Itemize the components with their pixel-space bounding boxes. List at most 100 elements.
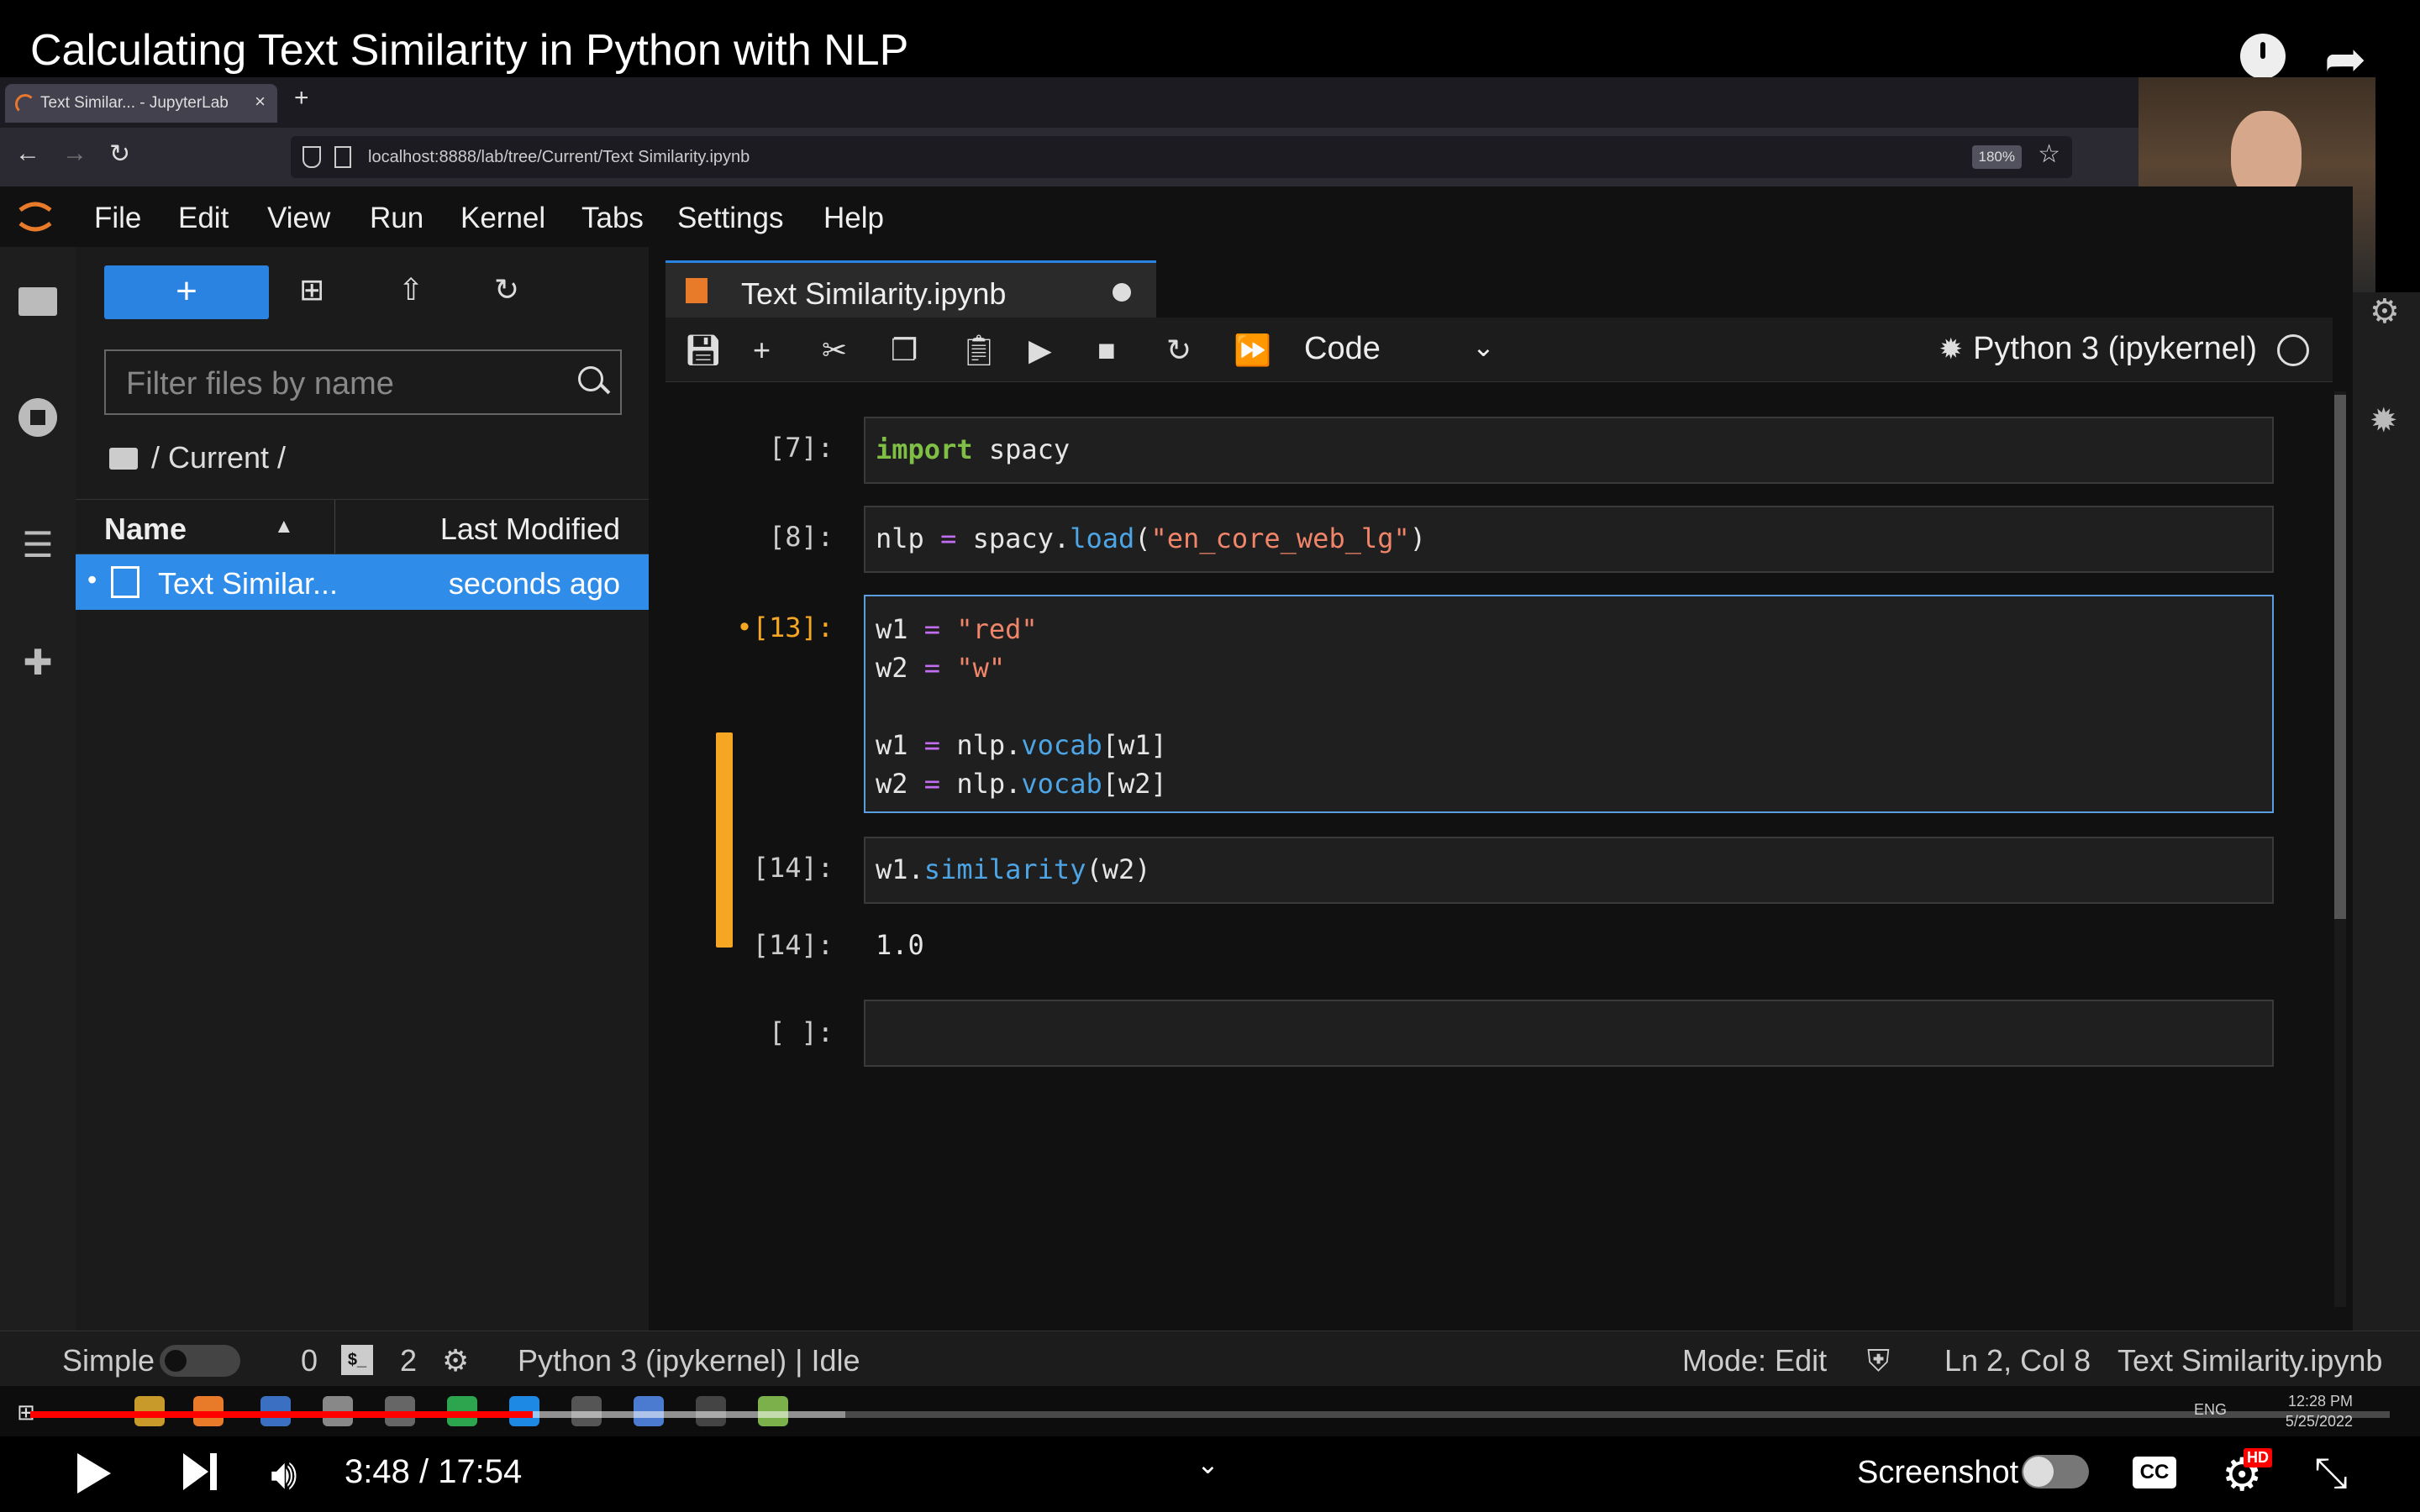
code-cell[interactable]: import spacy [864, 417, 2274, 484]
cursor-position[interactable]: Ln 2, Col 8 [1944, 1343, 2091, 1378]
run-all-icon[interactable]: ⏩ [1234, 333, 1271, 368]
kernel-status-circle-icon [2277, 334, 2309, 366]
bookmark-star-icon[interactable]: ☆ [2038, 139, 2060, 169]
column-divider[interactable] [334, 500, 335, 554]
copy-icon[interactable]: ❐ [891, 333, 918, 368]
run-icon[interactable]: ▶ [1028, 333, 1052, 368]
captions-button[interactable]: CC [2133, 1457, 2176, 1488]
code-cell[interactable]: nlp = spacy.load("en_core_web_lg") [864, 506, 2274, 573]
restart-icon[interactable]: ↻ [1166, 333, 1192, 368]
cell-type-value: Code [1304, 331, 1381, 366]
menu-run[interactable]: Run [370, 202, 424, 235]
menu-help[interactable]: Help [823, 202, 884, 235]
empty-code-cell[interactable] [864, 1000, 2274, 1067]
code-cell[interactable]: w1.similarity(w2) [864, 837, 2274, 904]
toc-list-icon[interactable]: ☰ [17, 524, 59, 566]
extension-puzzle-icon[interactable]: ✚ [17, 642, 59, 684]
cell-prompt-active: •[13]: [736, 612, 834, 643]
save-icon[interactable]: 💾︎ [684, 333, 723, 368]
browser-tab-title: Text Similar... - JupyterLab [40, 94, 229, 112]
notebook-tab[interactable]: Text Similarity.ipynb [666, 260, 1156, 320]
code-cell-active[interactable]: w1 = "red" w2 = "w" w1 = nlp.vocab[w1] w… [864, 595, 2274, 813]
browser-tab-bar: Text Similar... - JupyterLab × + [0, 77, 2139, 128]
new-folder-icon[interactable]: ⊞ [299, 272, 324, 307]
play-icon[interactable] [77, 1453, 111, 1494]
notebook-scroll-thumb[interactable] [2334, 395, 2346, 919]
browser-nav-bar: ← → ↻ localhost:8888/lab/tree/Current/Te… [0, 128, 2139, 186]
file-browser-panel: + ⊞ ⇧ ↻ Filter files by name / Current /… [76, 247, 650, 1331]
filter-placeholder: Filter files by name [126, 366, 394, 402]
cell-prompt: [14]: [752, 852, 834, 884]
search-icon [578, 366, 603, 391]
chevron-down-icon[interactable]: ⌄ [1197, 1448, 1219, 1480]
cell-type-select[interactable]: Code ⌄ [1304, 331, 1495, 367]
kernel-name[interactable]: Python 3 (ipykernel) [1973, 331, 2257, 367]
next-icon-bar [210, 1453, 217, 1490]
forward-icon[interactable]: → [62, 139, 87, 168]
output-prompt: [14]: [752, 929, 834, 961]
notebook-toolbar: 💾︎ + ✂ ❐ 📋︎ ▶ ■ ↻ ⏩ Code ⌄ ✹ Python 3 (ip… [666, 318, 2333, 382]
menu-edit[interactable]: Edit [178, 202, 229, 235]
interrupt-icon[interactable]: ■ [1097, 333, 1116, 368]
menu-file[interactable]: File [94, 202, 141, 235]
simple-mode-label: Simple [62, 1343, 155, 1378]
menu-settings[interactable]: Settings [677, 202, 783, 235]
new-tab-button[interactable]: + [294, 84, 309, 113]
chip-icon[interactable]: ⚙ [442, 1343, 469, 1378]
menu-view[interactable]: View [267, 202, 330, 235]
notebook-file-icon [111, 566, 139, 598]
url-bar[interactable]: localhost:8888/lab/tree/Current/Text Sim… [291, 136, 2072, 178]
new-launcher-button[interactable]: + [104, 265, 269, 319]
breadcrumb-folder-icon [109, 448, 138, 470]
filter-files-input[interactable]: Filter files by name [104, 349, 622, 415]
paste-icon[interactable]: 📋︎ [960, 333, 998, 368]
column-last-modified[interactable]: Last Modified [440, 512, 620, 547]
notebook-body: [7]: import spacy [8]: nlp = spacy.load(… [666, 383, 2346, 1314]
close-tab-icon[interactable]: × [255, 91, 266, 113]
cell-prompt: [ ]: [768, 1016, 834, 1048]
file-list-item[interactable]: • Text Similar... seconds ago [76, 554, 649, 610]
screenshot-toggle[interactable] [2022, 1455, 2089, 1488]
terminal-icon[interactable]: $_ [341, 1345, 373, 1375]
folder-icon[interactable] [17, 281, 59, 323]
notebook-tab-title: Text Similarity.ipynb [741, 276, 1007, 311]
menu-kernel[interactable]: Kernel [460, 202, 545, 235]
chevron-down-icon: ⌄ [1472, 332, 1495, 362]
status-filename: Text Similarity.ipynb [2118, 1343, 2383, 1378]
back-icon[interactable]: ← [15, 139, 40, 168]
terminal-count[interactable]: 2 [400, 1343, 417, 1378]
clock-time: 12:28 PM [2287, 1393, 2353, 1410]
refresh-icon[interactable]: ↻ [494, 272, 519, 307]
insert-cell-icon[interactable]: + [753, 333, 771, 368]
browser-tab[interactable]: Text Similar... - JupyterLab × [5, 84, 277, 123]
loading-icon [15, 94, 35, 114]
running-icon[interactable] [17, 398, 59, 440]
kernel-count[interactable]: 0 [301, 1343, 318, 1378]
progress-played[interactable] [30, 1411, 533, 1418]
main-dock-area: Text Similarity.ipynb 💾︎ + ✂ ❐ 📋︎ ▶ ■ ↻ … [649, 247, 2353, 1331]
volume-icon[interactable]: 🔊︎ [271, 1450, 297, 1499]
jupyter-status-bar: Simple 0 $_ 2 ⚙ Python 3 (ipykernel) | I… [0, 1331, 2420, 1387]
page-icon [334, 146, 351, 168]
exit-fullscreen-icon[interactable]: ⤡ [2314, 1448, 2348, 1498]
upload-icon[interactable]: ⇧ [398, 272, 424, 307]
video-time: 3:48 / 17:54 [345, 1453, 523, 1490]
next-icon[interactable] [183, 1453, 208, 1490]
unsaved-dot-icon[interactable] [1113, 283, 1131, 302]
kernel-status[interactable]: Python 3 (ipykernel) | Idle [518, 1343, 860, 1378]
activity-sidebar: ☰ ✚ [0, 247, 76, 1331]
property-inspector-icon[interactable]: ⚙ [2370, 292, 2400, 331]
simple-mode-toggle[interactable] [160, 1345, 240, 1377]
column-name[interactable]: Name [104, 512, 187, 547]
menu-tabs[interactable]: Tabs [581, 202, 644, 235]
zoom-level[interactable]: 180% [1971, 145, 2022, 169]
debugger-bug-icon[interactable]: ✹ [1939, 333, 1964, 366]
watch-later-icon[interactable] [2240, 34, 2286, 79]
breadcrumb[interactable]: / Current / [109, 440, 286, 475]
debugger-icon[interactable]: ✹ [2370, 402, 2398, 440]
reload-icon[interactable]: ↻ [109, 139, 130, 169]
file-list-header: Name ▲ Last Modified [76, 499, 649, 554]
trusted-shield-icon[interactable]: ⛨ [1867, 1343, 1890, 1379]
cut-icon[interactable]: ✂ [822, 333, 847, 368]
breadcrumb-path: / Current / [151, 440, 287, 475]
